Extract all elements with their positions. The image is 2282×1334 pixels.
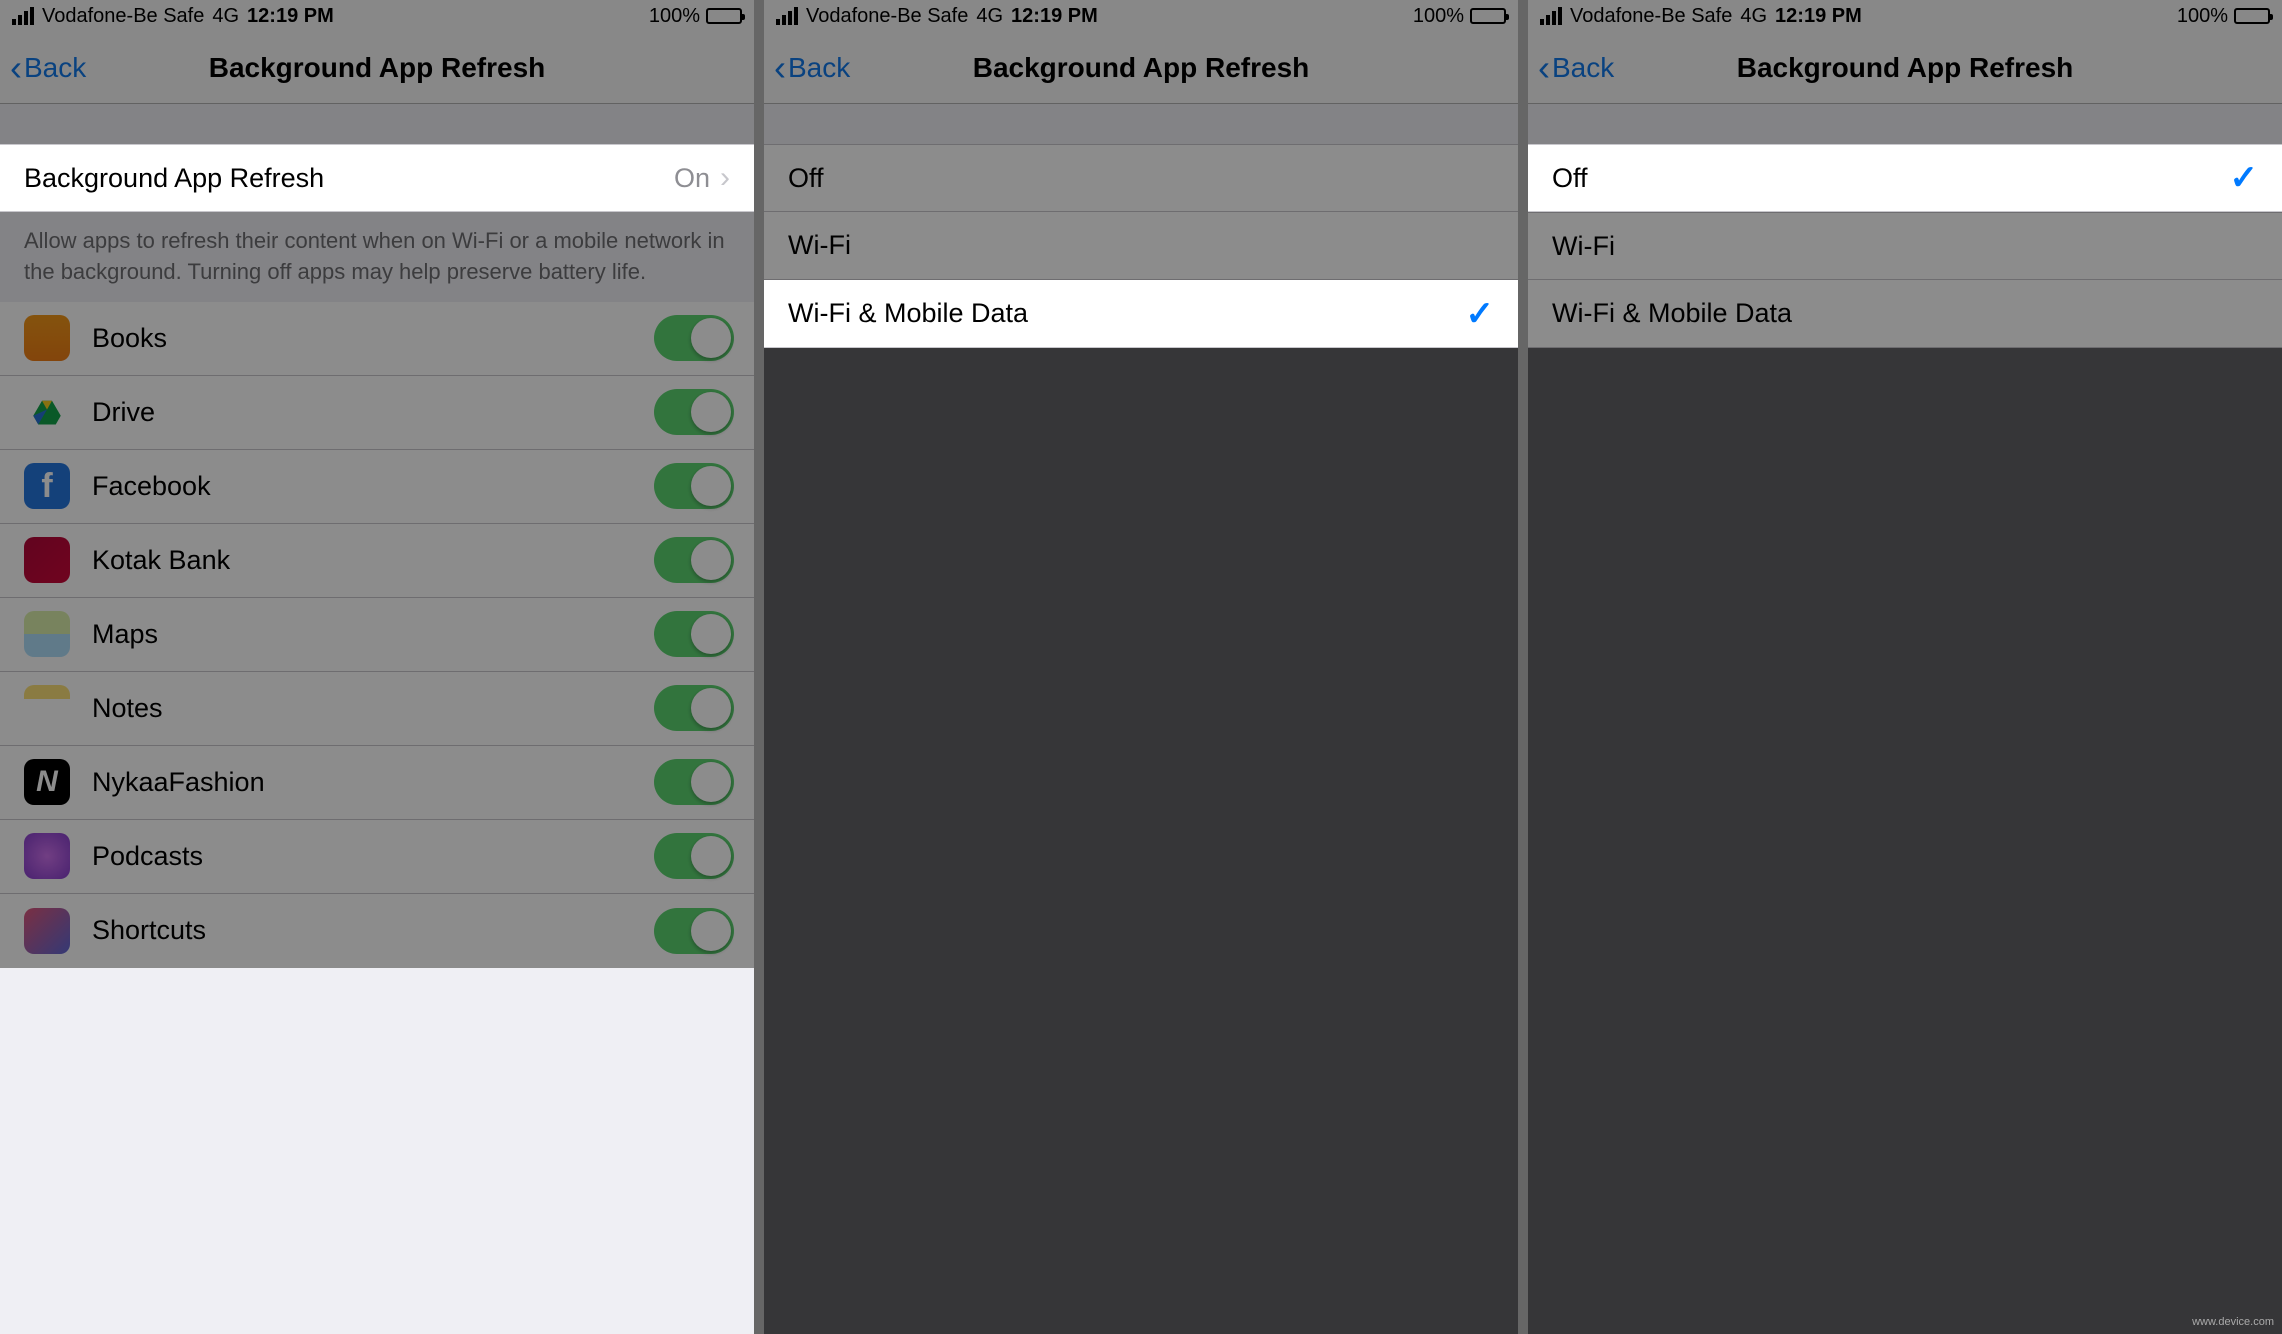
master-refresh-label: Background App Refresh (24, 163, 324, 194)
app-row-drive: Drive (0, 376, 754, 450)
app-row-kotak: Kotak Bank (0, 524, 754, 598)
time-label: 12:19 PM (247, 5, 334, 28)
app-label: Podcasts (92, 841, 203, 872)
back-button[interactable]: ‹ Back (1528, 50, 1614, 86)
carrier-label: Vodafone-Be Safe (1570, 5, 1732, 28)
section-footer: Allow apps to refresh their content when… (0, 212, 754, 302)
nav-bar: ‹ Back Background App Refresh (764, 32, 1518, 104)
battery-icon (706, 8, 742, 24)
network-label: 4G (212, 5, 239, 28)
app-row-notes: Notes (0, 672, 754, 746)
battery-pct: 100% (2177, 5, 2228, 28)
chevron-left-icon: ‹ (774, 50, 786, 86)
app-label: NykaaFashion (92, 767, 265, 798)
option-wifi[interactable]: Wi-Fi (1528, 212, 2282, 280)
facebook-icon: f (24, 463, 70, 509)
toggle-drive[interactable] (654, 389, 734, 435)
toggle-maps[interactable] (654, 611, 734, 657)
toggle-notes[interactable] (654, 685, 734, 731)
screen-options-off: Vodafone-Be Safe 4G 12:19 PM 100% ‹ Back… (1528, 0, 2282, 1334)
network-label: 4G (1740, 5, 1767, 28)
apps-list: Books Drive f Facebook Kotak Bank (0, 302, 754, 968)
option-off-label: Off (1552, 163, 1588, 194)
option-off-label: Off (788, 163, 824, 194)
chevron-right-icon: › (720, 161, 730, 195)
option-wifi-label: Wi-Fi (788, 230, 851, 261)
option-wifi[interactable]: Wi-Fi (764, 212, 1518, 280)
back-label: Back (24, 52, 86, 84)
carrier-label: Vodafone-Be Safe (806, 5, 968, 28)
nykaa-icon: N (24, 759, 70, 805)
option-wifi-mobile-label: Wi-Fi & Mobile Data (1552, 298, 1792, 329)
screen-options-wifi-mobile: Vodafone-Be Safe 4G 12:19 PM 100% ‹ Back… (764, 0, 1518, 1334)
app-label: Drive (92, 397, 155, 428)
carrier-label: Vodafone-Be Safe (42, 5, 204, 28)
app-row-podcasts: Podcasts (0, 820, 754, 894)
signal-icon (776, 7, 798, 25)
status-bar: Vodafone-Be Safe 4G 12:19 PM 100% (764, 0, 1518, 32)
app-label: Maps (92, 619, 158, 650)
option-wifi-mobile-label: Wi-Fi & Mobile Data (788, 298, 1028, 329)
option-off[interactable]: Off (764, 144, 1518, 212)
option-wifi-label: Wi-Fi (1552, 231, 1615, 262)
back-button[interactable]: ‹ Back (764, 50, 850, 86)
back-label: Back (1552, 52, 1614, 84)
app-label: Shortcuts (92, 915, 206, 946)
toggle-nykaa[interactable] (654, 759, 734, 805)
signal-icon (12, 7, 34, 25)
status-bar: Vodafone-Be Safe 4G 12:19 PM 100% (0, 0, 754, 32)
nav-bar: ‹ Back Background App Refresh (0, 32, 754, 104)
battery-pct: 100% (649, 5, 700, 28)
battery-icon (1470, 8, 1506, 24)
notes-icon (24, 685, 70, 731)
app-row-facebook: f Facebook (0, 450, 754, 524)
time-label: 12:19 PM (1775, 5, 1862, 28)
nav-bar: ‹ Back Background App Refresh (1528, 32, 2282, 104)
chevron-left-icon: ‹ (10, 50, 22, 86)
network-label: 4G (976, 5, 1003, 28)
books-icon (24, 315, 70, 361)
podcasts-icon (24, 833, 70, 879)
battery-icon (2234, 8, 2270, 24)
maps-icon (24, 611, 70, 657)
option-wifi-mobile[interactable]: Wi-Fi & Mobile Data ✓ (764, 280, 1518, 348)
toggle-shortcuts[interactable] (654, 908, 734, 954)
toggle-facebook[interactable] (654, 463, 734, 509)
drive-icon (24, 389, 70, 435)
checkmark-icon: ✓ (2230, 158, 2259, 198)
toggle-books[interactable] (654, 315, 734, 361)
checkmark-icon: ✓ (1466, 294, 1495, 334)
shortcuts-icon (24, 908, 70, 954)
option-off[interactable]: Off ✓ (1528, 144, 2282, 212)
app-row-books: Books (0, 302, 754, 376)
screen-settings-main: Vodafone-Be Safe 4G 12:19 PM 100% ‹ Back… (0, 0, 754, 1334)
app-label: Kotak Bank (92, 545, 230, 576)
back-button[interactable]: ‹ Back (0, 50, 86, 86)
watermark: www.device.com (2192, 1316, 2274, 1328)
toggle-kotak[interactable] (654, 537, 734, 583)
master-refresh-value: On (674, 163, 710, 194)
master-refresh-cell[interactable]: Background App Refresh On › (0, 144, 754, 212)
app-row-nykaa: N NykaaFashion (0, 746, 754, 820)
battery-pct: 100% (1413, 5, 1464, 28)
status-bar: Vodafone-Be Safe 4G 12:19 PM 100% (1528, 0, 2282, 32)
app-row-shortcuts: Shortcuts (0, 894, 754, 968)
signal-icon (1540, 7, 1562, 25)
toggle-podcasts[interactable] (654, 833, 734, 879)
app-label: Facebook (92, 471, 211, 502)
time-label: 12:19 PM (1011, 5, 1098, 28)
app-row-maps: Maps (0, 598, 754, 672)
option-wifi-mobile[interactable]: Wi-Fi & Mobile Data (1528, 280, 2282, 348)
kotak-icon (24, 537, 70, 583)
app-label: Notes (92, 693, 163, 724)
app-label: Books (92, 323, 167, 354)
nav-title: Background App Refresh (1528, 52, 2282, 84)
chevron-left-icon: ‹ (1538, 50, 1550, 86)
back-label: Back (788, 52, 850, 84)
nav-title: Background App Refresh (0, 52, 754, 84)
nav-title: Background App Refresh (764, 52, 1518, 84)
